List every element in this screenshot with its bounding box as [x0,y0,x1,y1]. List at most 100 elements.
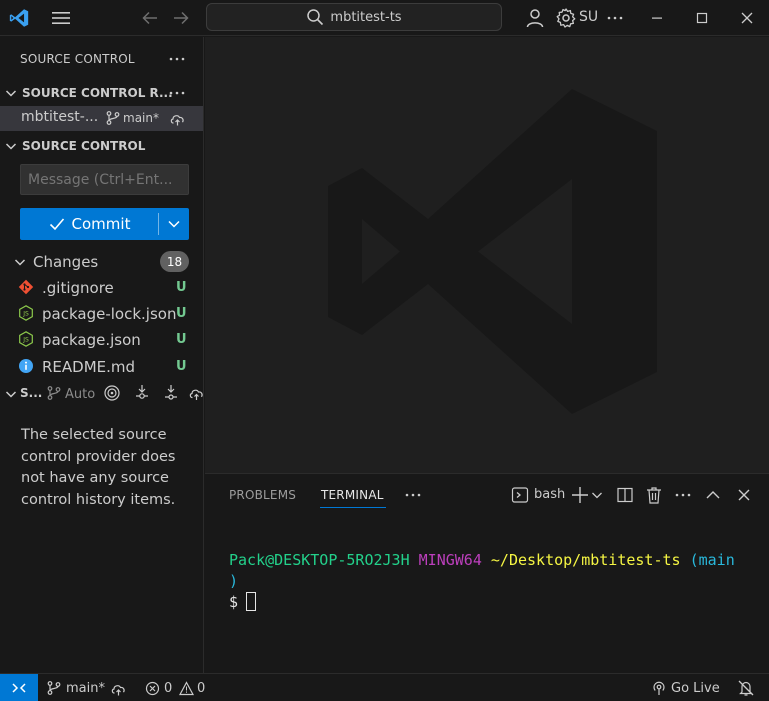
account-icon[interactable] [524,7,546,29]
command-center-search[interactable]: mbtitest-ts [206,3,502,31]
split-terminal-icon[interactable] [615,485,635,505]
file-status-untracked: U [176,306,187,321]
close-window-icon[interactable] [736,7,758,29]
notifications-muted-bell-icon[interactable] [737,679,755,697]
source-control-section-header[interactable]: SOURCE CONTROL [0,134,204,158]
error-count[interactable]: 0 [164,681,172,696]
terminal-output[interactable]: Pack@DESKTOP-5RO2J3H MINGW64 ~/Desktop/m… [229,550,735,613]
check-icon [48,215,66,233]
go-live-button[interactable]: Go Live [671,681,720,696]
git-file-icon [18,279,34,295]
menu-icon[interactable] [50,8,72,28]
publish-cloud-icon[interactable] [169,110,186,127]
repositories-section-title: SOURCE CONTROL R... [22,86,173,100]
tab-terminal[interactable]: TERMINAL [321,488,384,502]
chevron-down-icon [3,138,19,154]
maximize-icon[interactable] [691,7,713,29]
back-arrow-icon[interactable] [139,7,161,29]
status-branch[interactable]: main* [66,681,105,696]
changes-group-row[interactable]: Changes 18 [0,249,204,274]
warning-count[interactable]: 0 [197,681,205,696]
panel-more-icon[interactable] [403,485,423,505]
gear-icon[interactable] [555,7,577,29]
terminal-branch: (main [689,551,735,569]
json-file-icon: JS [18,305,34,321]
file-row-package-json[interactable]: JS package.json U [0,327,204,353]
repository-name: mbtitest-... [21,109,99,125]
trash-icon[interactable] [644,485,664,505]
sidebar-title: SOURCE CONTROL [20,52,135,66]
sidebar-header: SOURCE CONTROL [0,37,204,81]
info-file-icon [18,358,34,374]
chevron-down-icon [166,216,182,232]
chevron-down-icon[interactable] [590,485,604,505]
history-empty-message: The selected source control provider doe… [21,427,176,508]
file-status-untracked: U [176,359,187,374]
vscode-watermark-icon [320,79,665,424]
file-status-untracked: U [176,280,187,295]
terminal-prompt-line: Pack@DESKTOP-5RO2J3H MINGW64 ~/Desktop/m… [229,550,735,571]
fetch-icon[interactable] [133,384,151,402]
terminal-more-icon[interactable] [673,485,693,505]
pull-icon[interactable] [162,384,180,402]
chevron-down-icon [3,85,19,101]
terminal-prompt-symbol: $ [229,593,239,611]
terminal-icon [510,485,530,505]
remote-indicator[interactable] [0,674,38,701]
terminal-path: ~/Desktop/mbtitest-ts [490,551,681,569]
editor-area [205,37,769,473]
changes-count-badge: 18 [160,251,189,272]
close-panel-icon[interactable] [734,485,754,505]
file-name: package.json [42,331,141,349]
terminal-input-line: $ [229,592,735,613]
svg-text:JS: JS [22,311,29,318]
terminal-system: MINGW64 [418,551,482,569]
new-terminal-plus-icon[interactable] [570,485,590,505]
json-file-icon: JS [18,331,34,347]
file-status-untracked: U [176,332,187,347]
chevron-down-icon [3,386,19,402]
changes-label: Changes [33,253,99,271]
more-actions-icon[interactable] [604,7,626,29]
active-tab-underline [320,507,386,508]
svg-text:JS: JS [22,337,29,344]
tab-problems[interactable]: PROBLEMS [229,488,296,502]
warning-icon[interactable] [179,681,194,696]
terminal-user-host: Pack@DESKTOP-5RO2J3H [229,551,410,569]
git-branch-icon [46,680,62,696]
target-icon[interactable] [103,384,121,402]
chevron-down-icon [12,254,28,270]
repositories-more-icon[interactable] [166,82,188,104]
commit-button[interactable]: Commit [20,208,158,240]
file-name: .gitignore [42,279,114,297]
git-branch-icon [46,385,62,401]
bottom-panel: PROBLEMS TERMINAL bash Pack@DESKTOP-5RO2… [205,473,769,673]
file-name: README.md [42,358,136,376]
repository-branch[interactable]: main* [123,111,159,125]
graph-auto-label[interactable]: Auto [65,387,95,402]
sidebar-more-icon[interactable] [166,48,188,70]
commit-message-input[interactable] [20,164,189,195]
cloud-upload-icon[interactable] [188,384,206,402]
remote-icon [10,679,28,697]
status-bar: main* 0 0 Go Live [0,673,769,701]
user-initials[interactable]: SU [579,9,598,25]
broadcast-icon[interactable] [651,680,667,696]
vscode-logo-icon [8,7,30,29]
maximize-panel-icon[interactable] [703,485,723,505]
terminal-shell-label[interactable]: bash [534,487,565,502]
terminal-cursor [246,592,257,611]
graph-section-header[interactable]: S... Auto [0,381,204,407]
error-icon[interactable] [145,681,160,696]
commit-dropdown-button[interactable] [159,208,189,240]
repository-row[interactable]: mbtitest-... main* [0,106,203,131]
file-name: package-lock.json [42,305,177,323]
forward-arrow-icon[interactable] [170,7,192,29]
title-bar: mbtitest-ts SU [0,0,769,36]
file-row-package-lock-json[interactable]: JS package-lock.json U [0,301,204,327]
minimize-icon[interactable] [646,7,668,29]
repositories-section-header[interactable]: SOURCE CONTROL R... [0,81,204,105]
file-row-gitignore[interactable]: .gitignore U [0,275,204,301]
file-row-readme-md[interactable]: README.md U [0,354,204,380]
publish-cloud-icon[interactable] [110,680,127,697]
